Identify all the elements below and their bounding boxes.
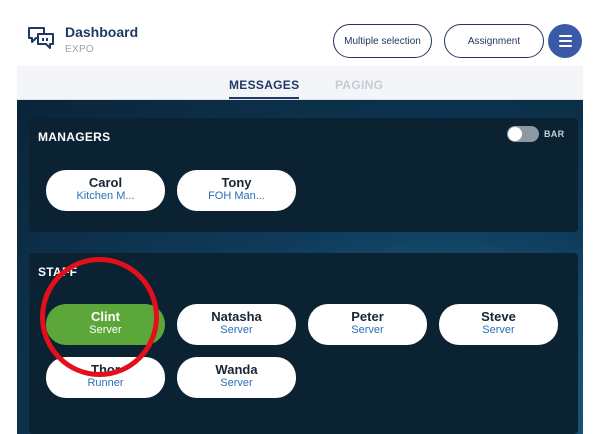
app-frame: Dashboard EXPO Multiple selection Assign…	[17, 0, 583, 434]
tab-messages[interactable]: MESSAGES	[229, 78, 300, 99]
managers-title: MANAGERS	[38, 130, 111, 144]
person-name: Thor	[91, 362, 120, 377]
staff-chip-thor[interactable]: Thor Runner	[46, 357, 165, 398]
assignment-button[interactable]: Assignment	[444, 24, 544, 58]
person-role: Server	[351, 324, 384, 336]
menu-line	[558, 40, 572, 42]
menu-line	[558, 45, 572, 47]
managers-panel: MANAGERS BAR Carol Kitchen M... Tony FOH…	[29, 118, 578, 232]
person-name: Clint	[91, 309, 120, 324]
tab-paging[interactable]: PAGING	[335, 78, 383, 92]
staff-chip-clint[interactable]: Clint Server	[46, 304, 165, 345]
staff-panel: STAFF Clint Server Natasha Server Peter …	[29, 253, 578, 434]
station-name: EXPO	[65, 44, 94, 55]
person-role: Server	[482, 324, 515, 336]
multiple-selection-button[interactable]: Multiple selection	[333, 24, 432, 58]
staff-chip-natasha[interactable]: Natasha Server	[177, 304, 296, 345]
main-content: MANAGERS BAR Carol Kitchen M... Tony FOH…	[17, 100, 583, 434]
manager-chip-carol[interactable]: Carol Kitchen M...	[46, 170, 165, 211]
toggle-knob	[508, 127, 522, 141]
person-name: Tony	[221, 175, 252, 190]
person-name: Steve	[481, 309, 516, 324]
person-name: Natasha	[211, 309, 262, 324]
staff-chip-peter[interactable]: Peter Server	[308, 304, 427, 345]
person-role: Server	[220, 324, 253, 336]
menu-line	[558, 35, 572, 37]
staff-chip-steve[interactable]: Steve Server	[439, 304, 558, 345]
bar-toggle[interactable]	[507, 126, 539, 142]
person-name: Wanda	[215, 362, 258, 377]
hamburger-menu-icon[interactable]	[548, 24, 582, 58]
bar-toggle-label: BAR	[544, 129, 565, 139]
page-title: Dashboard	[65, 24, 139, 40]
manager-chip-tony[interactable]: Tony FOH Man...	[177, 170, 296, 211]
tab-bar: MESSAGES PAGING	[17, 66, 583, 100]
person-role: FOH Man...	[208, 190, 265, 202]
staff-chip-wanda[interactable]: Wanda Server	[177, 357, 296, 398]
person-role: Kitchen M...	[76, 190, 135, 202]
person-role: Runner	[87, 377, 124, 389]
header: Dashboard EXPO Multiple selection Assign…	[17, 0, 583, 66]
person-name: Peter	[351, 309, 384, 324]
person-name: Carol	[88, 175, 123, 190]
person-role: Server	[89, 324, 122, 336]
person-role: Server	[220, 377, 253, 389]
staff-title: STAFF	[38, 265, 78, 279]
chat-bubbles-icon	[28, 27, 54, 49]
